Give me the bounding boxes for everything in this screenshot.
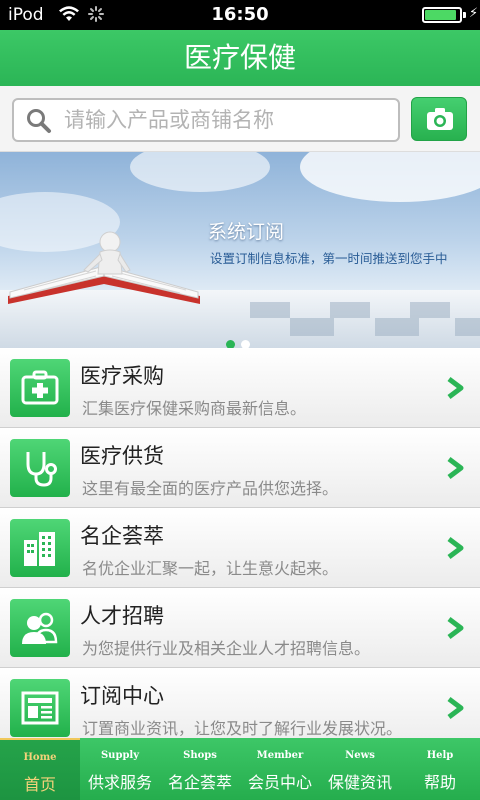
bottom-tab-bar: Home 首页 Supply 供求服务 Shops 名企荟萃 Member 会员…: [0, 738, 480, 800]
tab-shops[interactable]: Shops 名企荟萃: [160, 738, 240, 800]
list-item-desc: 汇集医疗保健采购商最新信息。: [82, 399, 307, 418]
search-input[interactable]: [64, 104, 394, 136]
list-item-purchase[interactable]: 医疗采购 汇集医疗保健采购商最新信息。: [0, 348, 480, 428]
tab-home[interactable]: Home 首页: [0, 738, 80, 800]
tab-member[interactable]: Member 会员中心: [240, 738, 320, 800]
tab-label-en: Member: [256, 750, 304, 761]
clock: 16:50: [211, 4, 269, 25]
search-box[interactable]: [12, 98, 400, 142]
tab-news[interactable]: News 保健资讯: [320, 738, 400, 800]
list-item-desc: 订置商业资讯，让您及时了解行业发展状况。: [82, 719, 403, 738]
chevron-right-icon: [447, 617, 464, 639]
list-item-subscription[interactable]: 订阅中心 订置商业资讯，让您及时了解行业发展状况。: [0, 668, 480, 738]
battery-tip: [463, 12, 466, 18]
charging-bolt-icon: ⚡: [469, 6, 479, 21]
tab-label-en: Help: [426, 750, 454, 761]
tab-label-en: Supply: [100, 750, 140, 761]
list-item-recruitment[interactable]: 人才招聘 为您提供行业及相关企业人才招聘信息。: [0, 588, 480, 668]
carousel-dot[interactable]: [241, 340, 250, 348]
users-icon: [10, 599, 70, 657]
chevron-right-icon: [447, 537, 464, 559]
list-item-title: 名企荟萃: [80, 524, 164, 548]
chevron-right-icon: [447, 457, 464, 479]
search-bar: [0, 86, 480, 152]
floor-tile: [250, 302, 290, 318]
floor-tile: [290, 318, 334, 336]
list-item-title: 医疗供货: [80, 444, 164, 468]
tab-label: 会员中心: [247, 773, 312, 792]
list-item-title: 人才招聘: [80, 604, 164, 628]
list-item-desc: 为您提供行业及相关企业人才招聘信息。: [82, 639, 371, 658]
tab-label: 名企荟萃: [167, 773, 232, 792]
list-item-title: 医疗采购: [80, 364, 164, 388]
banner-subtitle: 设置订制信息标准，第一时间推送到您手中: [210, 251, 448, 266]
tab-label-en: News: [345, 750, 375, 761]
carousel-indicator[interactable]: [226, 334, 256, 348]
chevron-right-icon: [447, 697, 464, 719]
category-list: 医疗采购 汇集医疗保健采购商最新信息。 医疗供货 这里有最全面的医疗产品供您选择…: [0, 348, 480, 738]
page-title: 医疗保健: [0, 30, 480, 86]
camera-icon: [427, 108, 453, 130]
floor-tile: [330, 302, 370, 318]
list-item-title: 订阅中心: [80, 684, 164, 708]
banner-title: 系统订阅: [208, 221, 285, 243]
floor-tile: [410, 302, 450, 318]
search-icon: [27, 109, 51, 133]
tab-label: 保健资讯: [327, 773, 392, 792]
cloud: [130, 152, 270, 192]
tab-supply[interactable]: Supply 供求服务: [80, 738, 160, 800]
tab-label-en: Home: [23, 752, 57, 763]
floor-tile: [455, 318, 480, 336]
chevron-right-icon: [447, 377, 464, 399]
stethoscope-icon: [10, 439, 70, 497]
list-item-companies[interactable]: 名企荟萃 名优企业汇聚一起，让生意火起来。: [0, 508, 480, 588]
promo-banner[interactable]: 系统订阅 设置订制信息标准，第一时间推送到您手中: [0, 152, 480, 348]
list-item-supply[interactable]: 医疗供货 这里有最全面的医疗产品供您选择。: [0, 428, 480, 508]
cloud: [300, 152, 480, 202]
list-item-desc: 这里有最全面的医疗产品供您选择。: [82, 479, 339, 498]
tab-label: 帮助: [423, 773, 456, 792]
floor-tile: [375, 318, 419, 336]
buildings-icon: [10, 519, 70, 577]
status-bar: iPod 16:50 ⚡: [0, 0, 480, 30]
tab-label: 供求服务: [87, 773, 152, 792]
battery-icon: [422, 7, 462, 23]
camera-button[interactable]: [411, 97, 467, 141]
tab-label: 首页: [23, 775, 56, 794]
medical-kit-icon: [10, 359, 70, 417]
tab-label-en: Shops: [183, 750, 217, 761]
tab-help[interactable]: Help 帮助: [400, 738, 480, 800]
list-item-desc: 名优企业汇聚一起，让生意火起来。: [82, 559, 339, 578]
book-figure-illustration: [8, 231, 200, 304]
carousel-dot[interactable]: [226, 340, 235, 348]
newspaper-icon: [10, 679, 70, 737]
